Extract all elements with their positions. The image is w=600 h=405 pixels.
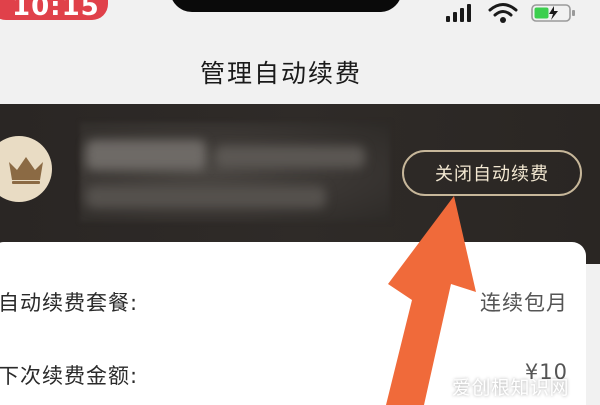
renewal-plan-value: 连续包月 [480, 291, 568, 315]
blurred-membership-info [86, 186, 326, 208]
page-title: 管理自动续费 [199, 59, 362, 88]
app-screen: 10:15 管理自动续费 关闭自动续费 自动续费套餐: 连续包月 下次续费金额:… [0, 0, 600, 405]
signal-icon [446, 4, 472, 22]
site-watermark: 爱创根知识网 [452, 377, 570, 399]
status-bar: 10:15 [0, 0, 600, 24]
renewal-plan-label: 自动续费套餐: [0, 291, 139, 315]
crown-icon [9, 157, 43, 184]
battery-charging-icon [531, 4, 575, 22]
blurred-username [86, 140, 206, 170]
blurred-username-tail [215, 146, 365, 168]
next-renewal-amount-label: 下次续费金额: [0, 364, 139, 388]
notch [170, 0, 402, 12]
wifi-icon [488, 3, 518, 23]
close-auto-renew-button[interactable]: 关闭自动续费 [402, 150, 582, 196]
status-time: 10:15 [12, 0, 100, 22]
